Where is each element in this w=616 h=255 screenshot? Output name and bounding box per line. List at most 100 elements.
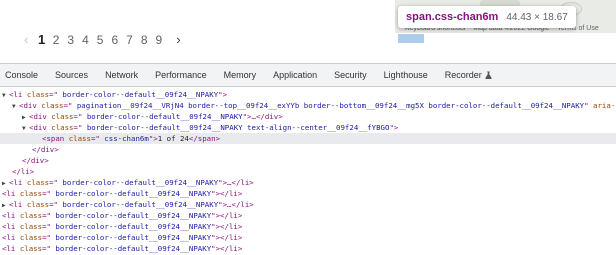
dom-node[interactable]: <li class=" border-color--default__09f24… (0, 188, 242, 199)
tab-recorder[interactable]: Recorder (445, 70, 492, 80)
dom-node[interactable]: <li class=" border-color--default__09f24… (0, 210, 242, 221)
tab-network[interactable]: Network (105, 70, 138, 80)
dom-node[interactable]: <li class=" border-color--default__09f24… (0, 243, 242, 254)
dom-node[interactable]: </div> (0, 144, 59, 155)
dom-node[interactable]: ▶ <li class=" border-color--default__09f2… (0, 177, 254, 188)
dom-token: =" (42, 189, 51, 198)
dom-token: </div> (32, 145, 59, 154)
tab-console[interactable]: Console (5, 70, 38, 80)
page-link-7[interactable]: 7 (126, 32, 141, 48)
dom-token: border-color--default__09f24__NPAKY (57, 90, 219, 99)
dom-token: class (26, 200, 50, 209)
chevron-right-icon[interactable]: › (176, 32, 190, 48)
dom-token: =" (90, 134, 100, 143)
dom-token: <div (29, 112, 52, 121)
dom-token: border-color--default__09f24__NPAKY text… (82, 123, 390, 132)
dom-token: class (26, 178, 50, 187)
dom-token: border-color--default__09f24__NPAKY (57, 178, 219, 187)
dom-node[interactable]: ▶ <li class=" border-color--default__09f2… (0, 199, 254, 210)
dom-token: class (19, 244, 43, 253)
page-link-2[interactable]: 2 (53, 32, 68, 48)
dom-token: <div (29, 123, 52, 132)
page-link-1[interactable]: 1 (38, 32, 53, 48)
dom-token: =" (42, 233, 51, 242)
dom-token: aria-lab (593, 101, 616, 110)
dom-token: ">…</li> (218, 200, 254, 209)
dom-node[interactable]: </div> (0, 155, 49, 166)
dom-token: =" (42, 244, 51, 253)
dom-token: class (19, 233, 43, 242)
page-link-4[interactable]: 4 (82, 32, 97, 48)
dom-node[interactable]: ▼ <div class=" pagination__09f24__VRjN4 b… (0, 100, 616, 111)
dom-token: </li> (12, 167, 35, 176)
dom-token: ">…</li> (218, 178, 254, 187)
dom-token: class (68, 134, 91, 143)
dom-token: <li (9, 178, 27, 187)
dom-token: border-color--default__09f24__NPAKY (50, 189, 212, 198)
dom-token: "></li> (211, 244, 243, 253)
dom-token: </div> (22, 156, 49, 165)
devtools-tabbar: Console Sources Network Performance Memo… (0, 63, 616, 87)
dom-token: pagination__09f24__VRjN4 border--top__09… (72, 101, 585, 110)
dom-token: "> (218, 90, 228, 99)
page-link-6[interactable]: 6 (111, 32, 126, 48)
inspect-tooltip: span.css-chan6m 44.43 × 18.67 (398, 6, 576, 28)
dom-token: border-color--default__09f24__NPAKY (50, 211, 212, 220)
dom-token: " (584, 101, 594, 110)
dom-token: =" (42, 211, 51, 220)
page-link-3[interactable]: 3 (67, 32, 82, 48)
dom-token: "></li> (211, 233, 243, 242)
dom-token: class (41, 101, 64, 110)
tab-memory[interactable]: Memory (224, 70, 257, 80)
chevron-left-icon[interactable]: ‹ (24, 32, 38, 48)
tab-security[interactable]: Security (334, 70, 367, 80)
dom-token: class (19, 222, 43, 231)
tab-lighthouse[interactable]: Lighthouse (384, 70, 428, 80)
dom-token: <span (42, 134, 69, 143)
dom-node[interactable]: <li class=" border-color--default__09f24… (0, 232, 242, 243)
dom-token: <li (2, 189, 20, 198)
tab-sources[interactable]: Sources (55, 70, 88, 80)
inspected-element-highlight (398, 34, 424, 43)
dom-token: =" (42, 222, 51, 231)
dom-token: ">…</div> (242, 112, 283, 121)
dom-token: <li (2, 222, 20, 231)
dom-token: border-color--default__09f24__NPAKY (57, 200, 219, 209)
page-link-5[interactable]: 5 (97, 32, 112, 48)
dom-node[interactable]: ▼ <div class=" border-color--default__09f… (0, 122, 398, 133)
tab-application[interactable]: Application (273, 70, 317, 80)
dom-token: "></li> (211, 211, 243, 220)
dom-token: "> (148, 134, 158, 143)
dom-token: border-color--default__09f24__NPAKY (50, 244, 212, 253)
dom-token: css-chan6m (99, 134, 149, 143)
dom-token: <li (2, 211, 20, 220)
dom-token: border-color--default__09f24__NPAKY (82, 112, 243, 121)
dom-node-selected[interactable]: <span class=" css-chan6m">1 of 24</span> (0, 133, 616, 144)
dom-token: "></li> (211, 189, 243, 198)
dom-token: border-color--default__09f24__NPAKY (50, 233, 212, 242)
dom-node[interactable]: <li class=" border-color--default__09f24… (0, 221, 242, 232)
dom-token: class (51, 112, 74, 121)
dom-token: class (26, 90, 50, 99)
tab-performance[interactable]: Performance (155, 70, 207, 80)
dom-token: =" (49, 200, 58, 209)
page-viewport: Keyboard shortcuts Map data ©2022 Google… (0, 0, 616, 63)
dom-token: <li (2, 244, 20, 253)
dom-token: <li (9, 200, 27, 209)
dom-token: <li (2, 233, 20, 242)
dom-token: "></li> (211, 222, 243, 231)
dom-token: =" (49, 178, 58, 187)
dom-token: 1 of 24 (157, 134, 189, 143)
dom-node[interactable]: ▼ <li class=" border-color--default__09f2… (0, 89, 227, 100)
elements-dom-tree[interactable]: ▼ <li class=" border-color--default__09f2… (0, 87, 616, 255)
dom-token: class (19, 189, 43, 198)
page-link-9[interactable]: 9 (156, 32, 171, 48)
page-link-8[interactable]: 8 (141, 32, 156, 48)
dom-token: "> (389, 123, 399, 132)
pagination: ‹ 1 2 3 4 5 6 7 8 9 › (24, 32, 190, 48)
dom-node[interactable]: </li> (0, 166, 34, 177)
dom-token: =" (49, 90, 58, 99)
dom-token: class (19, 211, 43, 220)
dom-node[interactable]: ▶ <div class=" border-color--default__09f… (0, 111, 283, 122)
tab-recorder-label: Recorder (444, 70, 482, 80)
